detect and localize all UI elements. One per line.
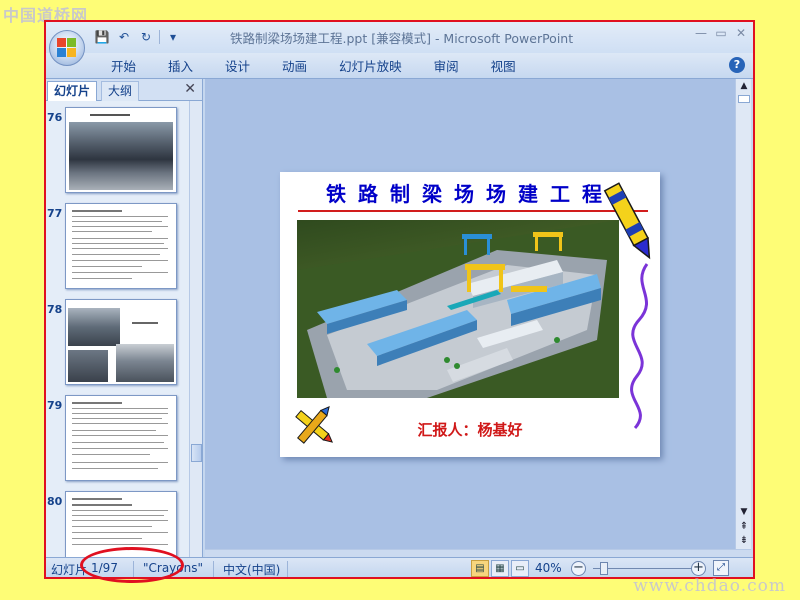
save-icon[interactable]: 💾 [93,28,111,46]
watermark-bottom: www.chdao.com [633,576,786,596]
qat-separator [159,30,160,44]
quick-access-toolbar: 💾 ↶ ↻ ▾ [93,28,182,46]
language-status[interactable]: 中文(中国) [223,561,280,577]
office-button[interactable] [49,30,85,66]
tab-insert[interactable]: 插入 [158,57,203,77]
zoom-in-icon[interactable]: + [691,561,706,576]
tab-review[interactable]: 审阅 [424,57,469,77]
thumbnail-number: 77 [47,207,63,220]
thumbnail-number: 80 [47,495,63,508]
slideshow-icon[interactable]: ▭ [511,560,529,577]
ribbon: 开始 插入 设计 动画 幻灯片放映 审阅 视图 ? [45,53,753,79]
minimize-button[interactable]: — [695,26,707,40]
zoom-out-icon[interactable]: − [571,561,586,576]
thumbnail-number: 79 [47,399,63,412]
thumbnail-row[interactable]: 76 [45,107,189,197]
undo-icon[interactable]: ↶ [115,28,133,46]
close-panel-icon[interactable]: ✕ [184,81,196,97]
fit-to-window-icon[interactable]: ⤢ [713,560,729,576]
tab-animations[interactable]: 动画 [272,57,317,77]
slide-label: 幻灯片 [51,563,88,577]
thumbnail-row[interactable]: 78 [45,299,189,389]
window-controls: — ▭ ✕ [695,26,747,40]
scroll-down-icon[interactable]: ▼ [736,507,752,517]
slide-position: 1/97 [91,561,118,575]
tab-outline[interactable]: 大纲 [101,81,140,101]
thumbnail-row[interactable]: 79 [45,395,189,485]
thumbnail-row[interactable]: 80 [45,491,189,557]
status-bar: 幻灯片 1/97 "Crayons" 中文(中国) ▤ ▦ ▭ 40% − + … [45,557,753,577]
tab-home[interactable]: 开始 [101,57,146,77]
zoom-slider-handle[interactable] [600,562,608,575]
theme-name[interactable]: "Crayons" [143,561,203,575]
panel-scrollbar[interactable] [189,101,202,557]
slide-thumbnail[interactable] [65,491,177,557]
help-icon[interactable]: ? [729,57,745,73]
beam-yard-rendering-image [297,220,619,398]
scrollbar-thumb[interactable] [191,444,202,462]
tab-slides[interactable]: 幻灯片 [47,81,98,101]
slides-panel: 幻灯片 大纲 ✕ 76 77 78 79 80 [45,79,203,557]
vertical-scrollbar[interactable]: ▲ ▼ ⇞ ⇟ [735,79,751,549]
scroll-up-icon[interactable]: ▲ [736,81,752,91]
next-slide-icon[interactable]: ⇟ [736,535,752,546]
close-button[interactable]: ✕ [735,26,747,40]
slide-sorter-icon[interactable]: ▦ [491,560,509,577]
office-logo-icon [57,38,77,58]
window-title: 铁路制梁场场建工程.ppt [兼容模式] - Microsoft PowerPo… [230,31,574,46]
title-underline [298,210,648,212]
zoom-level[interactable]: 40% [535,561,562,575]
title-bar: 💾 ↶ ↻ ▾ 铁路制梁场场建工程.ppt [兼容模式] - Microsoft… [45,21,753,53]
panel-tabs: 幻灯片 大纲 ✕ [45,79,202,101]
thumbnail-number: 78 [47,303,63,316]
slide-thumbnail[interactable] [65,299,177,385]
scrollbar-thumb[interactable] [738,95,750,103]
thumbnail-list: 76 77 78 79 80 [45,101,189,557]
view-buttons: ▤ ▦ ▭ [471,560,529,577]
horizontal-scrollbar[interactable] [205,549,751,557]
maximize-button[interactable]: ▭ [715,26,727,40]
tab-design[interactable]: 设计 [215,57,260,77]
crayon-icon [603,182,651,260]
thumbnail-number: 76 [47,111,63,124]
powerpoint-window: 💾 ↶ ↻ ▾ 铁路制梁场场建工程.ppt [兼容模式] - Microsoft… [44,20,754,578]
slide-thumbnail[interactable] [65,107,177,193]
zoom-slider[interactable] [593,568,693,569]
thumbnail-row[interactable]: 77 [45,203,189,293]
tab-view[interactable]: 视图 [481,57,526,77]
previous-slide-icon[interactable]: ⇞ [736,521,752,532]
current-slide[interactable]: 铁路制梁场场建工程 汇报人：杨基好 [280,172,660,457]
normal-view-icon[interactable]: ▤ [471,560,489,577]
tab-slideshow[interactable]: 幻灯片放映 [329,57,412,77]
customize-qat-icon[interactable]: ▾ [164,28,182,46]
slide-thumbnail[interactable] [65,203,177,289]
slide-editor: 铁路制梁场场建工程 汇报人：杨基好 [205,79,735,549]
redo-icon[interactable]: ↻ [137,28,155,46]
ribbon-tabs: 开始 插入 设计 动画 幻灯片放映 审阅 视图 [101,57,538,77]
squiggle-decoration [630,263,649,430]
slide-thumbnail[interactable] [65,395,177,481]
reporter-text: 汇报人：杨基好 [417,421,523,439]
